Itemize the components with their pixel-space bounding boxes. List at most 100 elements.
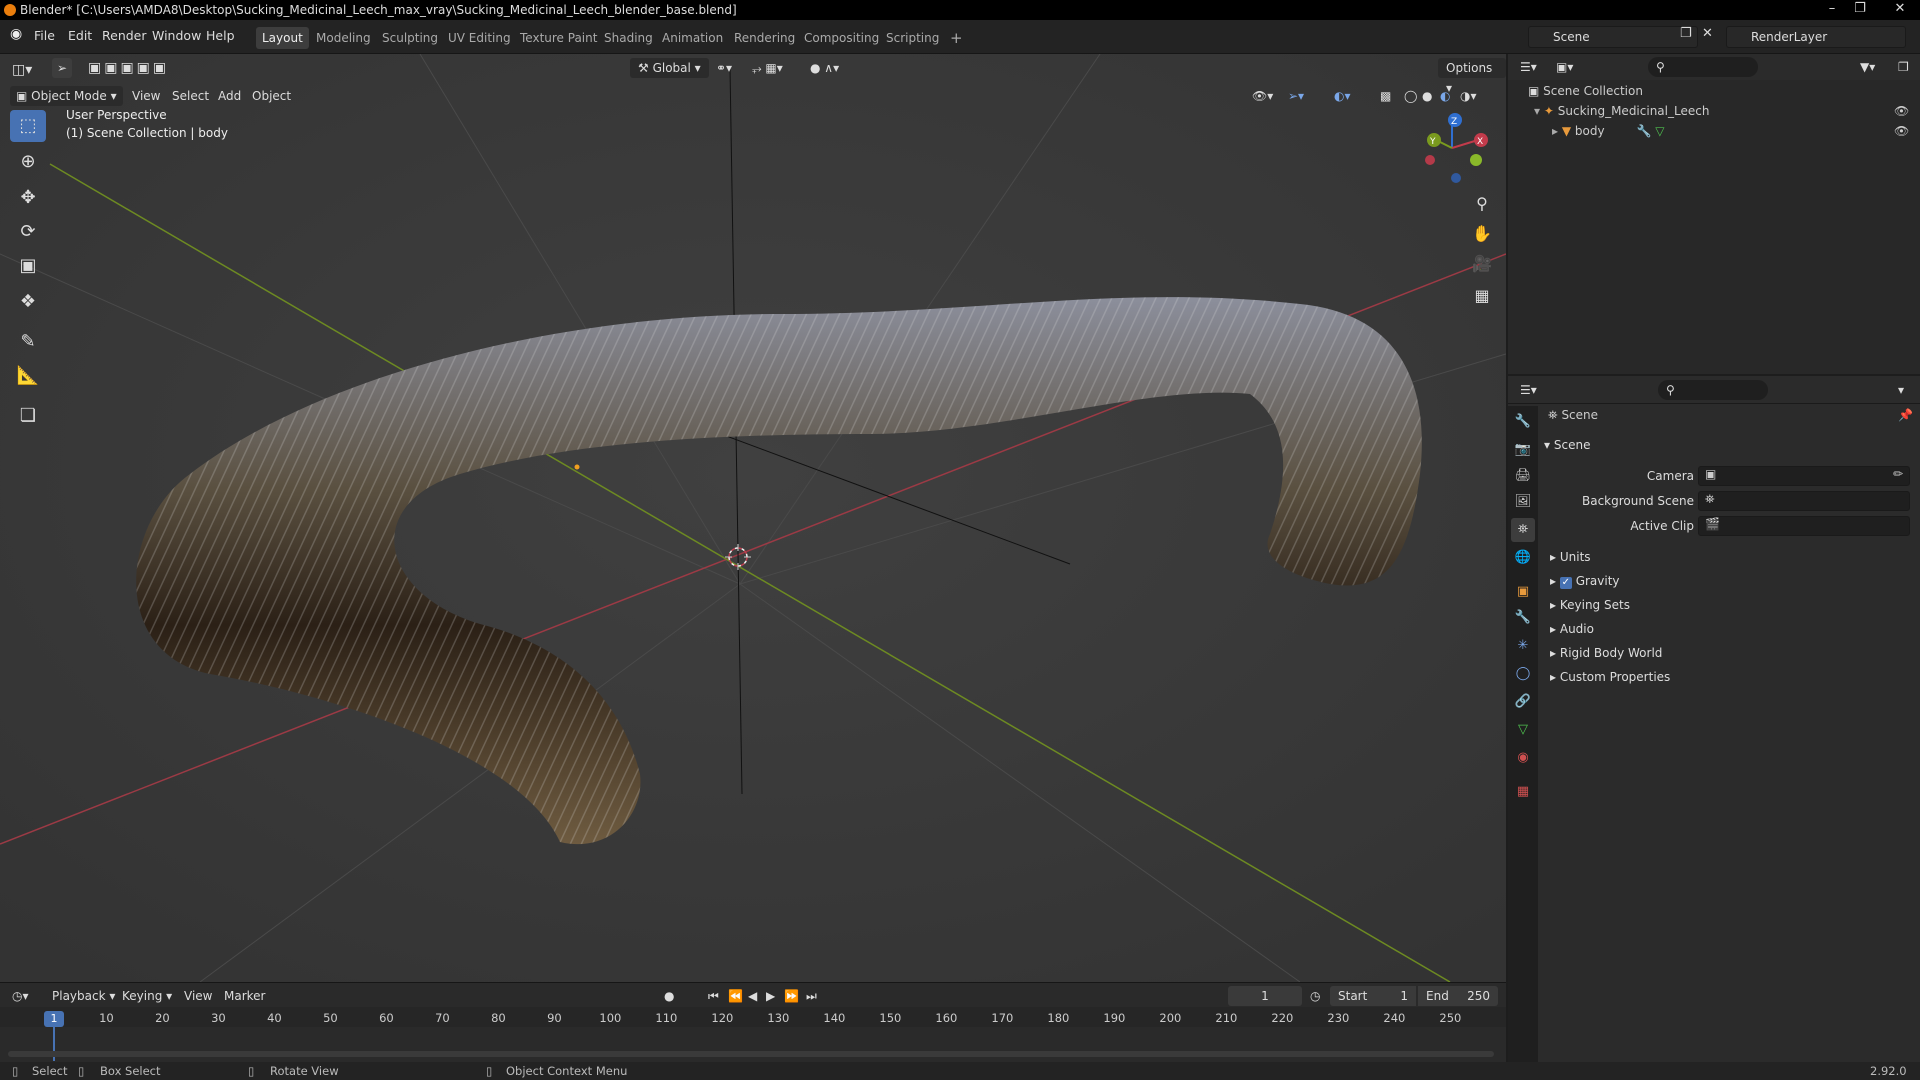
outliner-row-body[interactable]: ▸ ▼ body 🔧 ▽ (1552, 124, 1664, 138)
jump-next-key-icon[interactable]: ⏩ (784, 986, 799, 1006)
object-tab-icon[interactable]: ▣ (1511, 580, 1535, 604)
outliner-search-input[interactable]: ⚲ (1648, 57, 1758, 77)
selection-mode-icons[interactable]: ▣▣▣▣▣ (88, 58, 169, 78)
material-tab-icon[interactable]: ◉ (1511, 746, 1535, 770)
pin-icon[interactable]: 📌 (1898, 408, 1913, 422)
outliner-row-scene-collection[interactable]: ▣ Scene Collection (1528, 84, 1643, 98)
start-frame-field[interactable]: Start 1 (1330, 986, 1416, 1006)
properties-editor-type-icon[interactable]: ☰▾ (1520, 380, 1537, 400)
collapse-arrow-icon[interactable]: ▸ (1552, 124, 1558, 138)
zoom-icon[interactable]: ⚲ (1468, 190, 1496, 218)
tab-modeling[interactable]: Modeling (310, 27, 377, 49)
menu-edit[interactable]: Edit (68, 28, 92, 43)
gravity-checkbox[interactable]: ✓ (1559, 577, 1572, 589)
new-collection-icon[interactable]: ❐ (1898, 57, 1909, 77)
end-frame-field[interactable]: End 250 (1418, 986, 1498, 1006)
cursor-tool-icon[interactable]: ⊕ (10, 146, 46, 178)
gravity-panel-header[interactable]: ▸ ✓ Gravity (1550, 574, 1620, 589)
menu-add[interactable]: Add (218, 86, 241, 106)
tab-animation[interactable]: Animation (656, 27, 729, 49)
display-mode-icon[interactable]: ▣▾ (1556, 57, 1573, 77)
timeline-editor[interactable]: ◷▾ Playback ▾ Keying ▾ View Marker ● ⏮ ⏪… (0, 982, 1506, 1062)
select-tool-icon[interactable]: ➢ (52, 58, 72, 78)
annotate-tool-icon[interactable]: ✎ (10, 326, 46, 358)
body-visibility-eye-icon[interactable]: 👁 (1894, 124, 1909, 138)
transform-tool-icon[interactable]: ❖ (10, 286, 46, 318)
add-workspace-icon[interactable]: + (944, 27, 969, 49)
play-icon[interactable]: ▶ (766, 986, 775, 1006)
menu-view[interactable]: View (132, 86, 160, 106)
filter-icon[interactable]: ▼▾ (1860, 57, 1875, 77)
snap-icon[interactable]: ⥅ ▦▾ (752, 58, 783, 78)
record-keyframe-icon[interactable]: ● (664, 986, 674, 1006)
properties-editor[interactable]: ☰▾ ⚲ ▾ 🔧 📷 🖨 🖼 ⛯ 🌐 ▣ 🔧 ✳ ◯ 🔗 ▽ ◉ ▦ ⛯ Sce… (1508, 376, 1920, 1062)
object-origin-dot[interactable] (574, 464, 580, 470)
eyedropper-icon[interactable]: ✏ (1893, 467, 1909, 481)
output-tab-icon[interactable]: 🖨 (1511, 464, 1535, 488)
jump-prev-key-icon[interactable]: ⏪ (728, 986, 743, 1006)
close-icon[interactable]: ✕ (1880, 0, 1920, 20)
collection-visibility-eye-icon[interactable]: 👁 (1894, 104, 1909, 118)
background-scene-field[interactable]: ⛯ (1698, 491, 1910, 511)
move-tool-icon[interactable]: ✥ (10, 182, 46, 214)
delete-scene-icon[interactable]: ✕ (1702, 26, 1713, 41)
rendered-shading-icon[interactable]: ◑▾ (1460, 86, 1477, 106)
timeline-scrollbar[interactable] (8, 1051, 1494, 1057)
active-clip-field[interactable]: 🎬 (1698, 516, 1910, 536)
pivot-point-icon[interactable]: ⚭▾ (716, 58, 732, 78)
measure-tool-icon[interactable]: 📐 (10, 360, 46, 392)
rigid-body-world-panel-header[interactable]: ▸ Rigid Body World (1550, 646, 1662, 660)
menu-window[interactable]: Window (152, 28, 201, 43)
proportional-edit-icon[interactable]: ● ∧▾ (810, 58, 839, 78)
properties-options-icon[interactable]: ▾ (1898, 380, 1904, 400)
orientation-dropdown[interactable]: ⚒ Global ▾ (630, 58, 709, 78)
current-frame-field[interactable]: 1 (1228, 986, 1302, 1006)
menu-select[interactable]: Select (172, 86, 209, 106)
3d-viewport[interactable]: Z X Y User Perspective (1) Scene Collect… (0, 54, 1506, 982)
menu-render[interactable]: Render (102, 28, 147, 43)
tab-sculpting[interactable]: Sculpting (376, 27, 444, 49)
play-reverse-icon[interactable]: ◀ (748, 986, 757, 1006)
world-tab-icon[interactable]: 🌐 (1511, 546, 1535, 570)
modifier-tab-icon[interactable]: 🔧 (1511, 606, 1535, 630)
physics-tab-icon[interactable]: ◯ (1511, 662, 1535, 686)
view-layer-selector[interactable]: RenderLayer (1726, 26, 1906, 48)
camera-field[interactable]: ▣ ✏ (1698, 466, 1910, 486)
mesh-data-icon[interactable]: ▽ (1655, 124, 1664, 138)
properties-search-input[interactable]: ⚲ (1658, 380, 1768, 400)
tab-compositing[interactable]: Compositing (798, 27, 885, 49)
scene-panel-header[interactable]: ▾ Scene (1544, 438, 1590, 452)
modifier-icon[interactable]: 🔧 (1636, 124, 1651, 138)
blender-menu-icon[interactable]: ◉ (10, 26, 22, 42)
units-panel-header[interactable]: ▸ Units (1550, 550, 1591, 564)
material-shading-icon[interactable]: ◐ (1440, 86, 1450, 106)
outliner-editor-type-icon[interactable]: ☰▾ (1520, 57, 1537, 77)
new-scene-icon[interactable]: ❐ (1680, 26, 1692, 41)
render-tab-icon[interactable]: 📷 (1511, 438, 1535, 462)
constraints-tab-icon[interactable]: 🔗 (1511, 690, 1535, 714)
solid-shading-icon[interactable]: ● (1422, 86, 1432, 106)
scene-tab-icon[interactable]: ⛯ (1511, 518, 1535, 542)
tab-uv-editing[interactable]: UV Editing (442, 27, 517, 49)
pan-hand-icon[interactable]: ✋ (1468, 220, 1496, 248)
jump-end-icon[interactable]: ⏭ (806, 986, 817, 1006)
menu-help[interactable]: Help (206, 28, 235, 43)
camera-view-icon[interactable]: 🎥 (1468, 250, 1496, 278)
ortho-grid-icon[interactable]: ▦ (1468, 282, 1496, 310)
view-layer-tab-icon[interactable]: 🖼 (1511, 490, 1535, 514)
custom-properties-panel-header[interactable]: ▸ Custom Properties (1550, 670, 1670, 684)
tab-scripting[interactable]: Scripting (880, 27, 945, 49)
audio-panel-header[interactable]: ▸ Audio (1550, 622, 1594, 636)
playhead-frame-indicator[interactable]: 1 (44, 1011, 64, 1027)
tool-tab-icon[interactable]: 🔧 (1511, 410, 1535, 434)
add-cube-tool-icon[interactable]: ❏ (10, 400, 46, 432)
rotate-tool-icon[interactable]: ⟳ (10, 216, 46, 248)
keying-sets-panel-header[interactable]: ▸ Keying Sets (1550, 598, 1630, 612)
timeline-marker-menu[interactable]: Marker (224, 986, 265, 1006)
visibility-icon[interactable]: 👁▾ (1252, 86, 1273, 106)
overlays-toggle-icon[interactable]: ◐▾ (1334, 86, 1351, 106)
outliner-row-collection[interactable]: ▾ ✦ Sucking_Medicinal_Leech (1534, 104, 1709, 118)
scale-tool-icon[interactable]: ▣ (10, 250, 46, 282)
timeline-editor-type-icon[interactable]: ◷▾ (12, 986, 29, 1006)
timeline-playback-menu[interactable]: Playback ▾ (52, 986, 115, 1006)
